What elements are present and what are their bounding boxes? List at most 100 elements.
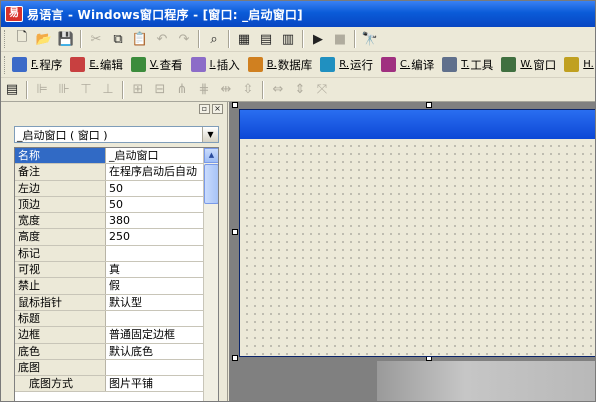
property-row[interactable]: 标题	[15, 310, 218, 328]
property-value[interactable]: 真	[106, 262, 218, 278]
property-scrollbar[interactable]: ▲	[203, 148, 218, 401]
redo-icon[interactable]: ↷	[173, 29, 195, 49]
debug-icon[interactable]: 🔭	[359, 29, 381, 49]
property-value[interactable]: _启动窗口	[106, 148, 202, 164]
toolbar-separator	[80, 30, 82, 48]
form-design-canvas[interactable]	[240, 139, 595, 356]
property-row[interactable]: 备注 在程序启动后自动	[15, 164, 218, 181]
menu-item-8[interactable]: W. 窗口	[497, 55, 560, 75]
menu-item-key: B.	[266, 59, 277, 70]
property-panel: ▫ × _启动窗口 ( 窗口 ) ▼ 名称_启动窗口···备注在程序启动后自动左…	[1, 102, 228, 401]
property-value[interactable]: 默认底色	[106, 343, 218, 359]
toolbar-separator	[262, 80, 264, 99]
menu-grip[interactable]	[4, 55, 5, 74]
menu-item-0[interactable]: F. 程序	[8, 55, 66, 75]
menu-item-label: 数据库	[277, 57, 313, 72]
new-file-icon[interactable]: 🗋	[11, 29, 33, 49]
property-row[interactable]: 顶边 50	[15, 196, 218, 214]
property-value[interactable]: 380	[106, 213, 218, 229]
copy-icon[interactable]: ⧉	[107, 29, 129, 49]
form-window-preview[interactable]	[239, 109, 595, 357]
property-row[interactable]: 可视真	[15, 262, 218, 279]
form-title-bar[interactable]	[240, 110, 595, 139]
property-name: 禁止	[15, 278, 106, 294]
align-top-icon[interactable]: ⊤	[75, 80, 97, 100]
open-folder-icon[interactable]: 📂	[33, 29, 55, 49]
menu-item-1[interactable]: E. 编辑	[66, 55, 127, 75]
panel-menu-icon[interactable]: ▫	[199, 104, 210, 114]
layout3-icon[interactable]: ▥	[277, 29, 299, 49]
layout2-icon[interactable]: ▤	[255, 29, 277, 49]
property-value[interactable]: 图片平铺	[106, 376, 218, 392]
align-left-icon[interactable]: ⊫	[31, 80, 53, 100]
property-row[interactable]: 高度 250	[15, 229, 218, 246]
property-value[interactable]	[106, 359, 218, 376]
resize-handle[interactable]	[232, 229, 238, 235]
property-row[interactable]: 标记	[15, 245, 218, 263]
paste-icon[interactable]: 📋	[129, 29, 151, 49]
property-row[interactable]: 边框 普通固定边框	[15, 327, 218, 344]
property-row[interactable]: 左边 50	[15, 180, 218, 197]
property-value[interactable]	[106, 245, 218, 262]
property-value[interactable]: 50	[106, 196, 218, 213]
property-value[interactable]: 假	[106, 278, 218, 294]
property-value[interactable]: 50	[106, 180, 218, 196]
panel-close-icon[interactable]: ×	[212, 104, 223, 114]
layout1-icon[interactable]: ▦	[233, 29, 255, 49]
menu-item-6[interactable]: C. 编译	[377, 55, 438, 75]
resize-height-icon[interactable]: ⇕	[289, 80, 311, 100]
stop-icon[interactable]: ■	[329, 29, 351, 49]
property-row[interactable]: 鼠标指针 默认型	[15, 294, 218, 311]
center-horizontal-icon[interactable]: ⊞	[127, 80, 149, 100]
property-row[interactable]: 宽度 380	[15, 213, 218, 230]
same-width-icon[interactable]: ⇹	[215, 80, 237, 100]
menu-item-key: F.	[31, 59, 39, 70]
undo-icon[interactable]: ↶	[151, 29, 173, 49]
menu-item-label: 帮助	[595, 57, 596, 73]
property-row[interactable]: 名称_启动窗口···	[15, 148, 218, 165]
form-layout-icon[interactable]: ▤	[1, 80, 23, 100]
title-bar: 易 易语言 - Windows窗口程序 - [窗口: _启动窗口]	[1, 1, 595, 27]
menu-item-5[interactable]: R. 运行	[316, 55, 377, 75]
panel-header: ▫ ×	[1, 102, 227, 116]
property-row[interactable]: 底图方式 图片平铺	[15, 376, 218, 393]
scroll-thumb[interactable]	[204, 164, 218, 204]
resize-width-icon[interactable]: ⇔	[267, 80, 289, 100]
property-value[interactable]: 250	[106, 229, 218, 245]
run-icon[interactable]: ▶	[307, 29, 329, 49]
menu-item-9[interactable]: H.帮助	[560, 55, 596, 75]
save-icon[interactable]: 💾	[55, 29, 77, 49]
center-vertical-icon[interactable]: ⊟	[149, 80, 171, 100]
menu-item-2[interactable]: V. 查看	[127, 55, 187, 75]
align-bottom-icon[interactable]: ⊥	[97, 80, 119, 100]
property-value[interactable]	[106, 310, 218, 327]
space-horizontal-icon[interactable]: ⋔	[171, 80, 193, 100]
align-right-icon[interactable]: ⊪	[53, 80, 75, 100]
cut-icon[interactable]: ✂	[85, 29, 107, 49]
menu-item-4[interactable]: B. 数据库	[244, 55, 317, 75]
scroll-up-icon[interactable]: ▲	[204, 148, 218, 163]
property-name: 名称	[15, 148, 106, 164]
chevron-down-icon[interactable]: ▼	[202, 127, 218, 142]
property-row[interactable]: 底图	[15, 359, 218, 377]
property-name: 左边	[15, 180, 106, 196]
menu-item-label: 工具	[470, 57, 494, 72]
toolbar-grip[interactable]	[4, 30, 8, 48]
object-selector[interactable]: _启动窗口 ( 窗口 ) ▼	[14, 126, 219, 143]
menu-item-icon	[12, 57, 27, 72]
resize-handle[interactable]	[232, 102, 238, 108]
resize-both-icon[interactable]: ⤧	[311, 80, 333, 100]
resize-handle[interactable]	[232, 355, 238, 361]
menu-item-7[interactable]: T. 工具	[438, 55, 497, 75]
menu-item-label: 查看	[159, 57, 183, 72]
property-value[interactable]: 普通固定边框	[106, 327, 218, 343]
property-value[interactable]: 默认型	[106, 294, 218, 310]
property-row[interactable]: 底色 默认底色	[15, 343, 218, 360]
property-value[interactable]: 在程序启动后自动	[106, 164, 218, 180]
menu-item-3[interactable]: I. 插入	[187, 55, 244, 75]
resize-handle[interactable]	[426, 102, 432, 108]
same-height-icon[interactable]: ⇳	[237, 80, 259, 100]
find-icon[interactable]: ⌕	[203, 29, 225, 49]
property-row[interactable]: 禁止假	[15, 278, 218, 295]
space-vertical-icon[interactable]: ⋕	[193, 80, 215, 100]
